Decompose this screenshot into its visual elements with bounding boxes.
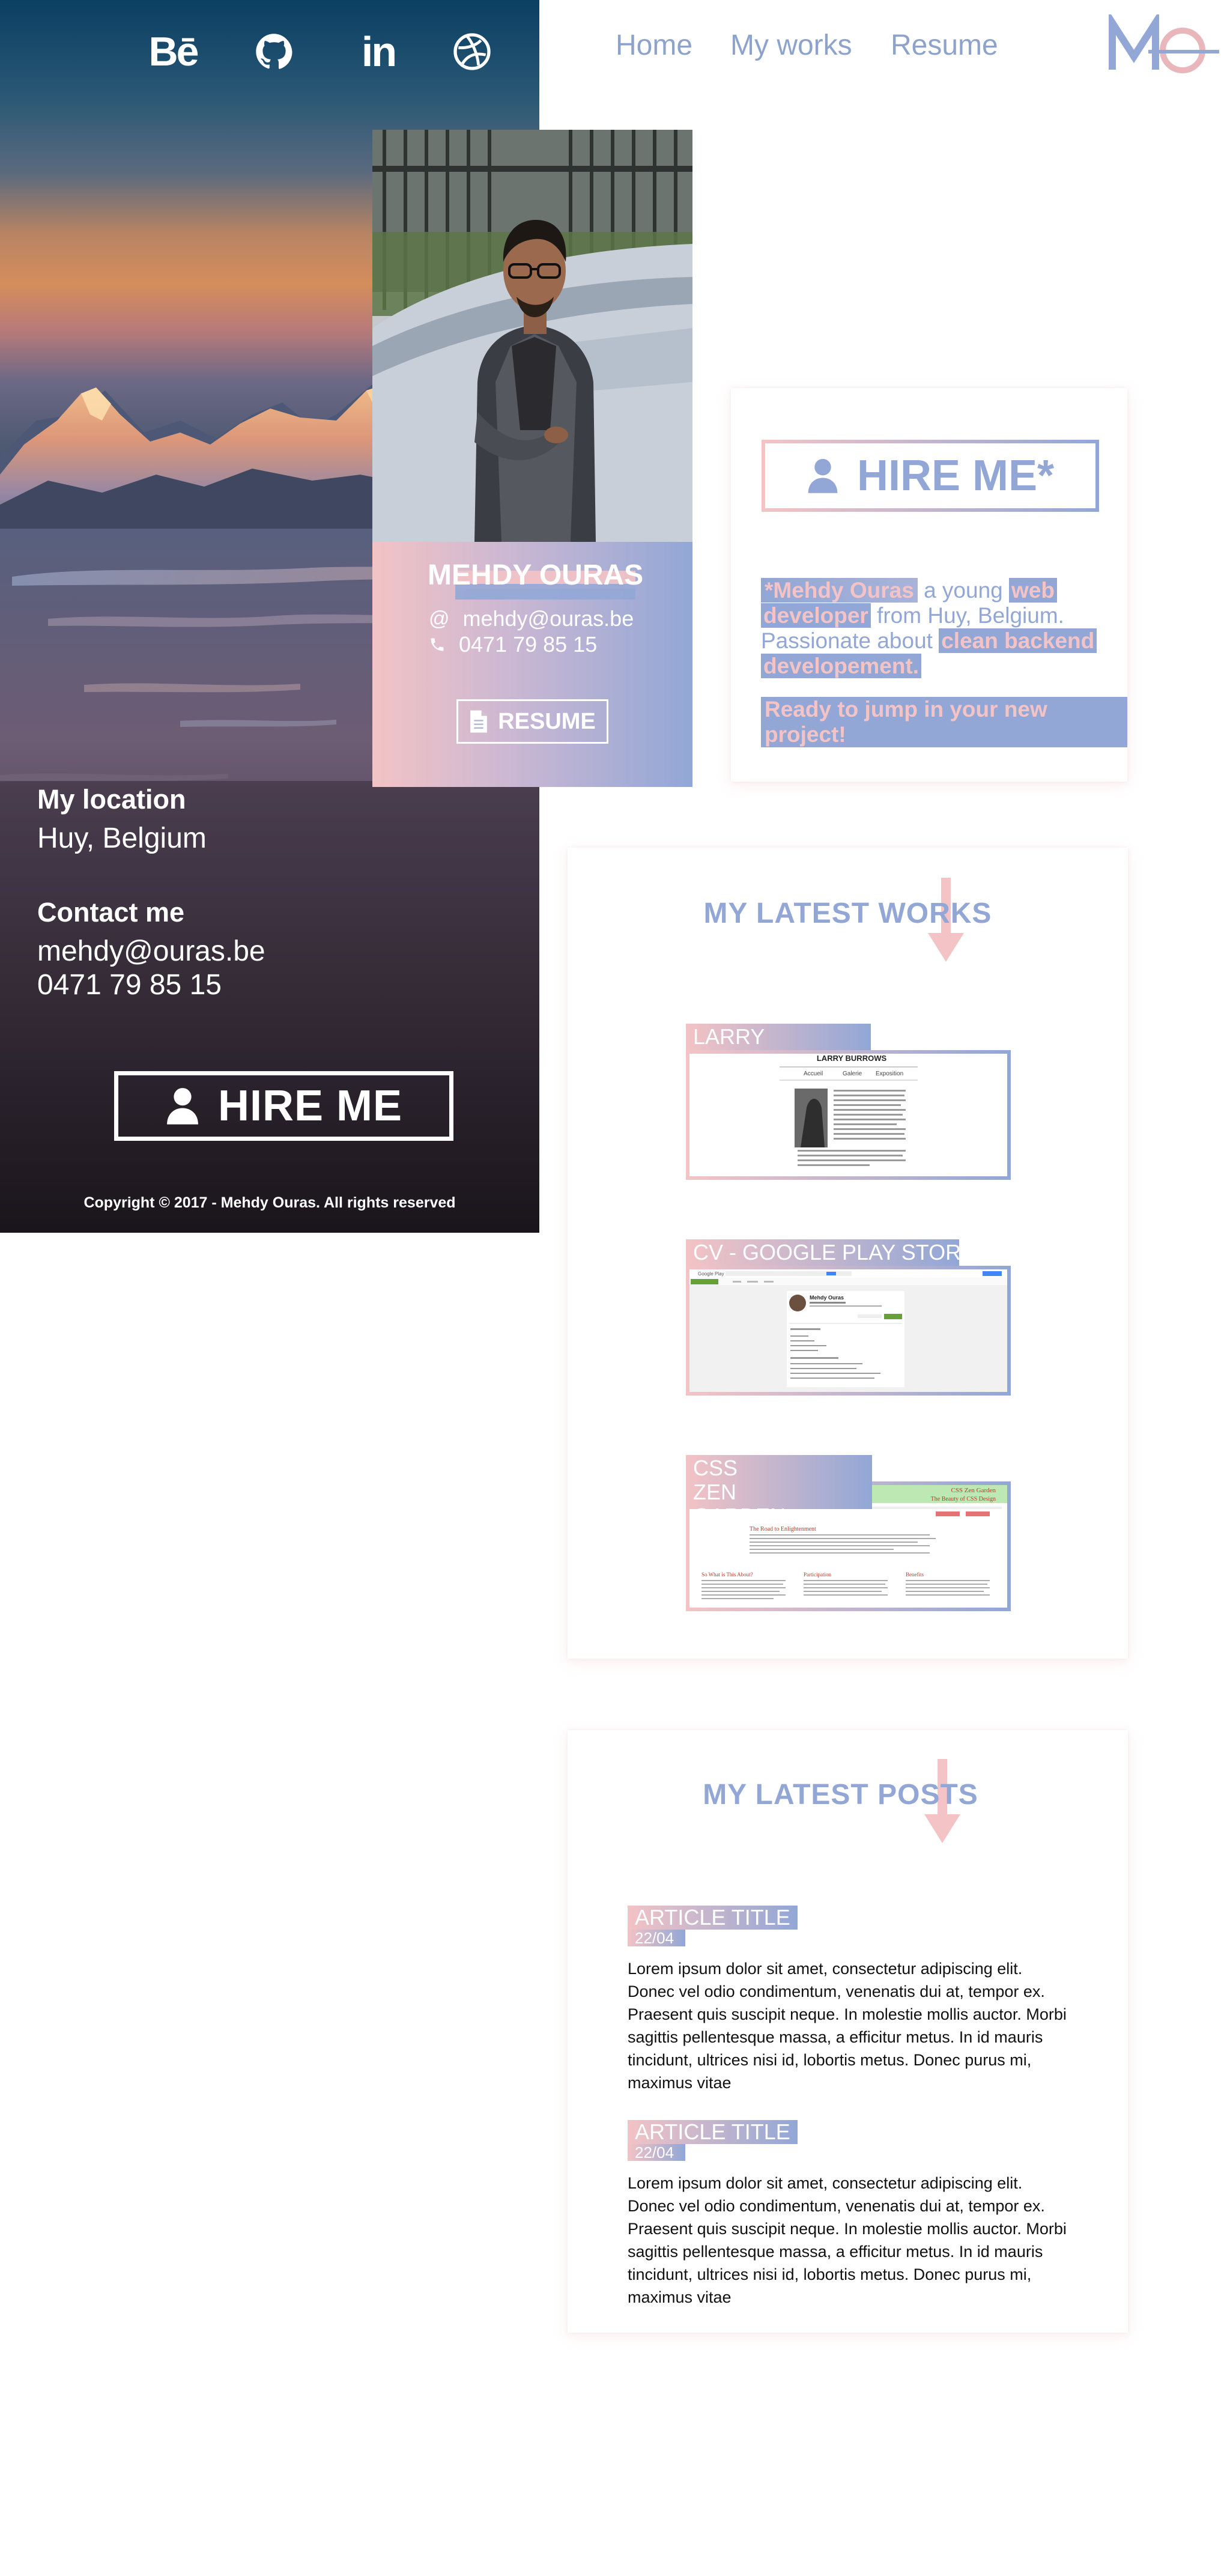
- work-tag: CSS ZEN GARDEN: [686, 1455, 872, 1528]
- behance-icon[interactable]: Bē: [149, 28, 199, 76]
- svg-text:Mehdy Ouras: Mehdy Ouras: [810, 1295, 844, 1301]
- post-title[interactable]: ARTICLE TITLE: [628, 1906, 798, 1930]
- latest-posts-card: MY LATEST POSTS ARTICLE TITLE 22/04 Lore…: [568, 1730, 1128, 2333]
- mo-logo[interactable]: [1107, 14, 1222, 80]
- profile-phone[interactable]: 0471 79 85 15: [459, 632, 597, 657]
- github-icon[interactable]: [250, 28, 298, 76]
- nav-home[interactable]: Home: [616, 29, 692, 62]
- work-tag: LARRY: [686, 1024, 871, 1050]
- svg-text:Benefits: Benefits: [906, 1572, 924, 1578]
- hire-me-card-button[interactable]: HIRE ME*: [762, 440, 1099, 512]
- location-label: My location: [37, 784, 186, 815]
- hire-me-card: HIRE ME* *Mehdy Ouras a young web develo…: [731, 388, 1127, 782]
- svg-text:Participation: Participation: [804, 1572, 831, 1578]
- svg-text:So What is This About?: So What is This About?: [701, 1572, 753, 1578]
- nav-resume[interactable]: Resume: [891, 29, 998, 62]
- hire-me-button[interactable]: HIRE ME: [114, 1071, 453, 1141]
- location-value: Huy, Belgium: [37, 822, 207, 854]
- user-icon: [167, 1088, 198, 1125]
- resume-button[interactable]: RESUME: [456, 699, 608, 744]
- hire-description: *Mehdy Ouras a young web developer from …: [761, 578, 1109, 679]
- svg-text:LARRY BURROWS: LARRY BURROWS: [817, 1054, 887, 1063]
- contact-label: Contact me: [37, 897, 185, 928]
- dribbble-icon[interactable]: [448, 28, 496, 76]
- contact-email[interactable]: mehdy@ouras.be: [37, 935, 265, 968]
- svg-text:CSS Zen Garden: CSS Zen Garden: [951, 1487, 996, 1494]
- post-body: Lorem ipsum dolor sit amet, consectetur …: [628, 1960, 1067, 2092]
- post-body: Lorem ipsum dolor sit amet, consectetur …: [628, 2174, 1067, 2306]
- resume-label: RESUME: [498, 708, 596, 734]
- work-tag: CV - GOOGLE PLAY STORE: [686, 1239, 975, 1266]
- nav-my-works[interactable]: My works: [730, 29, 852, 62]
- hire-me-card-label: HIRE ME*: [856, 452, 1055, 500]
- work-preview: Google Play Mehdy Ouras: [686, 1266, 1011, 1396]
- work-preview: LARRY BURROWS Accueil Galerie Exposition: [686, 1050, 1011, 1180]
- profile-email-row: @ mehdy@ouras.be: [429, 606, 634, 631]
- phone-icon: [431, 638, 444, 651]
- profile-name: MEHDY OURAS: [428, 559, 644, 591]
- post-item[interactable]: ARTICLE TITLE 22/04 Lorem ipsum dolor si…: [628, 2120, 1072, 2309]
- profile-photo: [372, 130, 692, 542]
- user-icon: [808, 458, 838, 493]
- svg-text:Galerie: Galerie: [843, 1071, 862, 1077]
- at-icon: @: [429, 607, 450, 630]
- svg-text:Google Play: Google Play: [698, 1271, 724, 1277]
- svg-text:Exposition: Exposition: [876, 1071, 903, 1077]
- post-date: 22/04: [628, 1930, 685, 1946]
- profile-card: MEHDY OURAS @ mehdy@ouras.be 0471 79 85 …: [372, 130, 692, 787]
- profile-email[interactable]: mehdy@ouras.be: [463, 606, 634, 631]
- hire-name: *Mehdy Ouras: [761, 578, 918, 603]
- copyright-text: Copyright © 2017 - Mehdy Ouras. All righ…: [83, 1194, 456, 1211]
- contact-phone[interactable]: 0471 79 85 15: [37, 968, 222, 1001]
- latest-works-card: MY LATEST WORKS LARRY BURROWS Accueil Ga…: [568, 848, 1128, 1659]
- works-title: MY LATEST WORKS: [703, 898, 992, 929]
- hire-me-label: HIRE ME: [217, 1082, 403, 1130]
- profile-phone-row: 0471 79 85 15: [429, 632, 597, 657]
- post-date: 22/04: [628, 2144, 685, 2161]
- svg-text:The Beauty of CSS Design: The Beauty of CSS Design: [931, 1496, 996, 1502]
- post-title[interactable]: ARTICLE TITLE: [628, 2120, 798, 2144]
- document-icon: [470, 710, 488, 733]
- posts-title: MY LATEST POSTS: [703, 1779, 978, 1811]
- linkedin-icon[interactable]: in: [354, 28, 402, 76]
- post-item[interactable]: ARTICLE TITLE 22/04 Lorem ipsum dolor si…: [628, 1906, 1072, 2094]
- hire-call-to-action: Ready to jump in your new project!: [761, 697, 1127, 747]
- svg-text:Accueil: Accueil: [804, 1071, 823, 1077]
